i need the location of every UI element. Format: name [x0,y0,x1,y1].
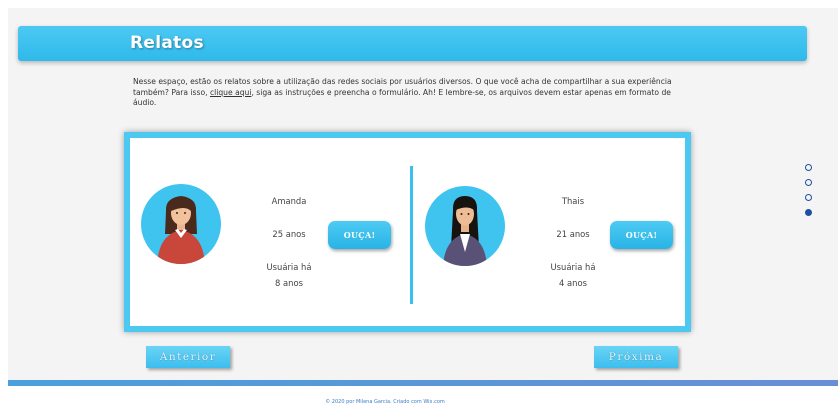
slide-dot-4-active[interactable] [805,209,812,216]
intro-text: Nesse espaço, estão os relatos sobre a u… [133,77,693,109]
person-usage-years: 4 anos [559,278,587,288]
testimonials-card: Amanda 25 anos Usuária há 8 anos OUÇA! T… [124,132,691,332]
submit-link[interactable]: clique aqui [210,88,252,97]
woman-dark-blazer-avatar-icon [443,196,487,266]
person-name: Amanda [271,196,307,206]
slide-dot-2[interactable] [805,179,812,186]
person-usage-label: Usuária há [550,262,596,272]
header-banner: Relatos [18,26,807,61]
previous-button[interactable]: Anterior [146,346,230,368]
testimonial-divider [410,166,413,304]
slide-dot-1[interactable] [805,164,812,171]
avatar-amanda [141,184,221,264]
person-usage-label: Usuária há [266,262,312,272]
woman-red-sweater-avatar-icon [157,196,205,264]
person-age: 25 anos [272,229,306,239]
person-usage-years: 8 anos [275,278,303,288]
listen-button-thais[interactable]: OUÇA! [610,221,673,249]
avatar-thais [425,186,505,266]
person-name: Thais [561,196,585,206]
person-age: 21 anos [556,229,590,239]
footer-divider-bar [8,380,838,386]
listen-button-amanda[interactable]: OUÇA! [328,221,391,249]
slide-dot-3[interactable] [805,194,812,201]
next-button[interactable]: Próxima [594,346,678,368]
footer-credit: © 2020 por Milena Garcia. Criado com Wix… [325,399,445,405]
slide-pagination [805,164,813,224]
page-title: Relatos [130,33,204,53]
